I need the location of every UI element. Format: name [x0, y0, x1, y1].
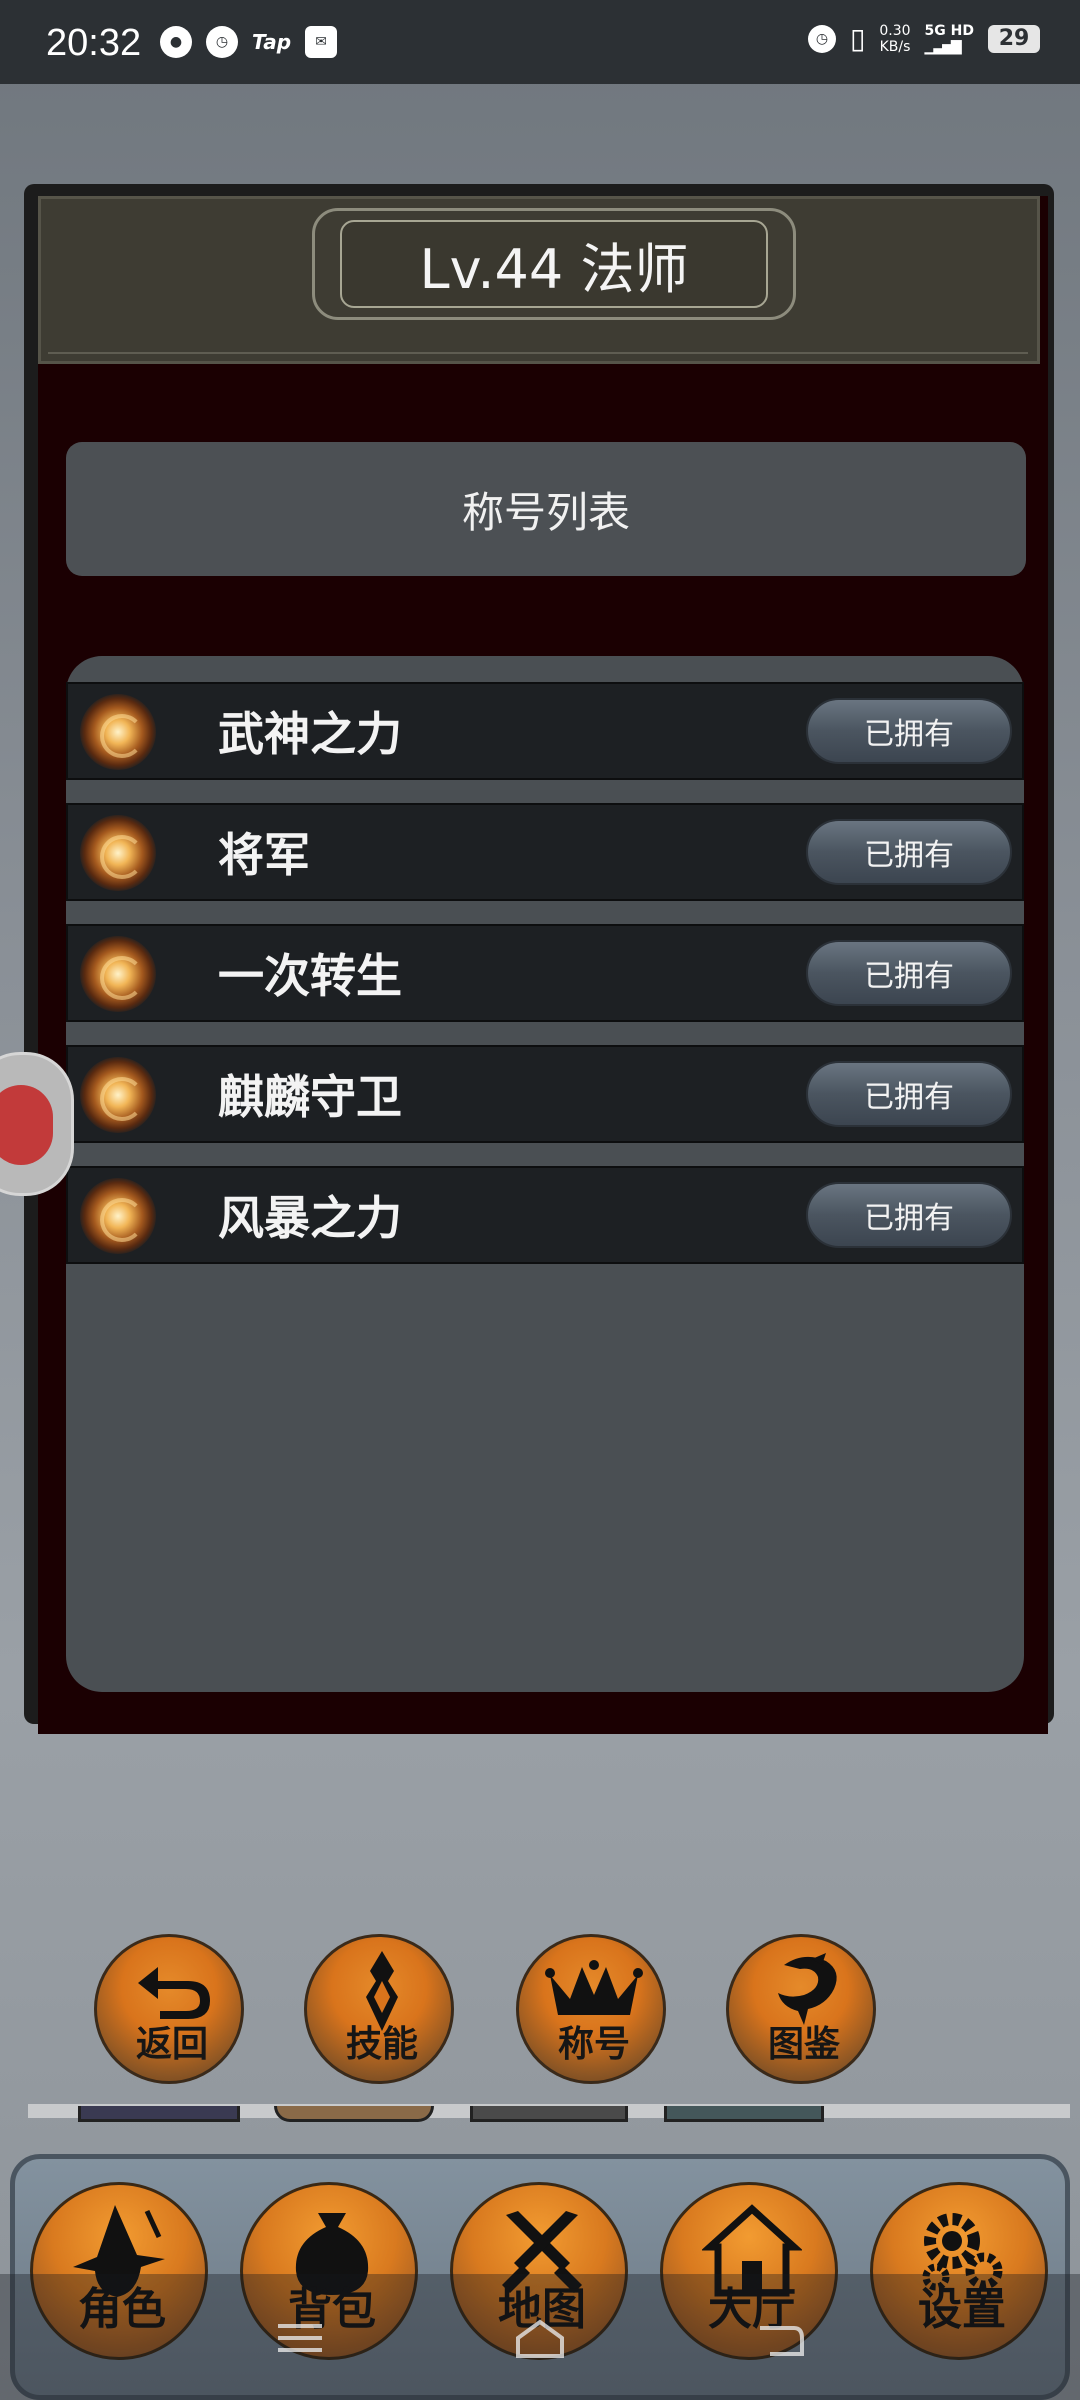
codex-button[interactable]: 图鉴: [726, 1934, 876, 2084]
skill-button[interactable]: 技能: [304, 1934, 454, 2084]
return-label: 返回: [135, 2024, 208, 2065]
title-row[interactable]: 风暴之力 已拥有: [66, 1166, 1024, 1264]
menu-gesture-icon[interactable]: [270, 2318, 330, 2358]
title-list-header: 称号列表: [66, 442, 1026, 576]
swirl-orb-icon: [80, 1057, 156, 1133]
status-system-icons: ◷ ▯ 0.30 KB/s 5G HD ▁▃▅▇ 29: [807, 22, 1040, 55]
skill-label: 技能: [345, 2024, 418, 2065]
title-name: 一次转生: [218, 949, 402, 1003]
swirl-orb-icon: [80, 694, 156, 770]
owned-button[interactable]: 已拥有: [806, 940, 1012, 1006]
alarm-icon: ◷: [807, 24, 836, 53]
title-label: 称号: [557, 2024, 630, 2065]
potion-icon: [0, 1085, 53, 1165]
owned-button[interactable]: 已拥有: [806, 819, 1012, 885]
character-title: Lv.44 法师: [419, 237, 689, 301]
battery-indicator: 29: [988, 24, 1040, 53]
item-thumbnail[interactable]: [664, 2106, 824, 2122]
swirl-orb-icon: [80, 936, 156, 1012]
owned-button[interactable]: 已拥有: [806, 1061, 1012, 1127]
title-name: 麒麟守卫: [218, 1070, 402, 1124]
signal-bars-icon: ▁▃▅▇: [924, 38, 962, 55]
floating-assistant-button[interactable]: [0, 1052, 74, 1196]
swirl-orb-icon: [80, 1178, 156, 1254]
title-row[interactable]: 麒麟守卫 已拥有: [66, 1045, 1024, 1143]
item-thumbnail[interactable]: [78, 2106, 240, 2122]
title-button[interactable]: 称号: [516, 1934, 666, 2084]
network-speed: 0.30 KB/s: [879, 22, 911, 55]
vibrate-icon: ▯: [849, 22, 866, 55]
tap-app-icon: Tap: [252, 30, 292, 54]
owned-button[interactable]: 已拥有: [806, 698, 1012, 764]
alarm-icon: ◷: [206, 26, 238, 58]
character-title-frame: Lv.44 法师: [312, 208, 796, 320]
title-row[interactable]: 一次转生 已拥有: [66, 924, 1024, 1022]
home-gesture-icon[interactable]: [510, 2318, 570, 2358]
title-row[interactable]: 将军 已拥有: [66, 803, 1024, 901]
signal-indicator: 5G HD ▁▃▅▇: [924, 22, 974, 55]
status-time: 20:32: [46, 22, 142, 64]
swirl-orb-icon: [80, 815, 156, 891]
codex-label: 图鉴: [767, 2024, 840, 2065]
title-name: 风暴之力: [218, 1191, 402, 1245]
header-divider: [48, 352, 1028, 366]
back-gesture-icon[interactable]: [750, 2318, 810, 2358]
item-thumbnail[interactable]: [274, 2106, 434, 2122]
title-name: 将军: [218, 828, 310, 882]
title-name: 武神之力: [218, 707, 402, 761]
return-button[interactable]: 返回: [94, 1934, 244, 2084]
title-row[interactable]: 武神之力 已拥有: [66, 682, 1024, 780]
owned-button[interactable]: 已拥有: [806, 1182, 1012, 1248]
status-notification-icons: ● ◷ Tap ✉: [160, 26, 338, 58]
status-bar: 20:32 ● ◷ Tap ✉ ◷ ▯ 0.30 KB/s 5G HD ▁▃▅▇…: [0, 0, 1080, 84]
wechat-icon: ●: [160, 26, 192, 58]
item-thumbnail[interactable]: [470, 2106, 628, 2122]
mail-icon: ✉: [305, 26, 338, 58]
